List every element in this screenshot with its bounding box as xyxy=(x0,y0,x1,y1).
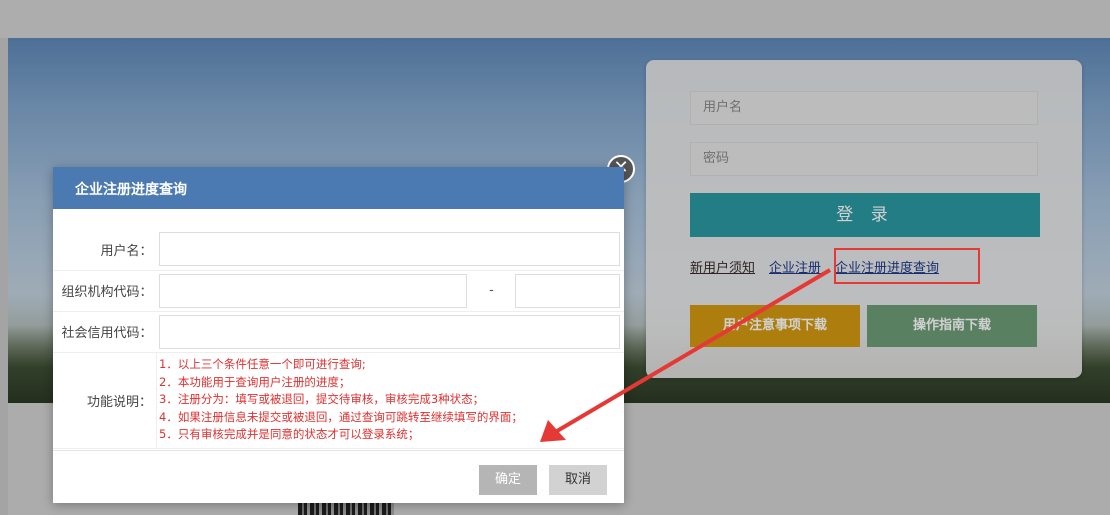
credit-code-input[interactable] xyxy=(158,314,620,349)
description-label: 功能说明： xyxy=(53,352,157,449)
org-code-input[interactable] xyxy=(158,273,467,308)
function-notes: 1．以上三个条件任意一个即可进行查询; 2．本功能用于查询用户注册的进度； 3．… xyxy=(156,352,624,449)
credit-code-label: 社会信用代码： xyxy=(53,311,157,353)
username-label: 用户名： xyxy=(53,229,157,271)
note-line: 4．如果注册信息未提交或被退回，通过查询可跳转至继续填写的界面； xyxy=(159,409,523,424)
dialog-username-input[interactable] xyxy=(158,232,620,267)
org-code-label: 组织机构代码： xyxy=(53,270,157,312)
annotation-highlight-box xyxy=(834,248,980,284)
dialog-title: 企业注册进度查询 xyxy=(53,167,624,209)
query-form: 用户名： 组织机构代码： - 社会信用代码： 功能说明： 1．以上三个条件任意一… xyxy=(53,229,624,449)
note-line: 2．本功能用于查询用户注册的进度； xyxy=(159,374,351,389)
note-line: 3．注册分为：填写或被退回，提交待审核，审核完成3种状态； xyxy=(159,392,485,407)
progress-query-dialog: 企业注册进度查询 用户名： 组织机构代码： - 社会信用代码： 功能说明： 1．… xyxy=(53,167,624,503)
cancel-button[interactable]: 取消 xyxy=(549,465,607,495)
confirm-button[interactable]: 确定 xyxy=(479,465,537,495)
dialog-footer: 确定 取消 xyxy=(53,450,624,504)
note-line: 1．以上三个条件任意一个即可进行查询; xyxy=(159,357,366,372)
org-code-suffix-input[interactable] xyxy=(514,273,620,308)
note-line: 5．只有审核完成并是同意的状态才可以登录系统； xyxy=(159,427,420,442)
org-code-separator: - xyxy=(470,270,513,312)
